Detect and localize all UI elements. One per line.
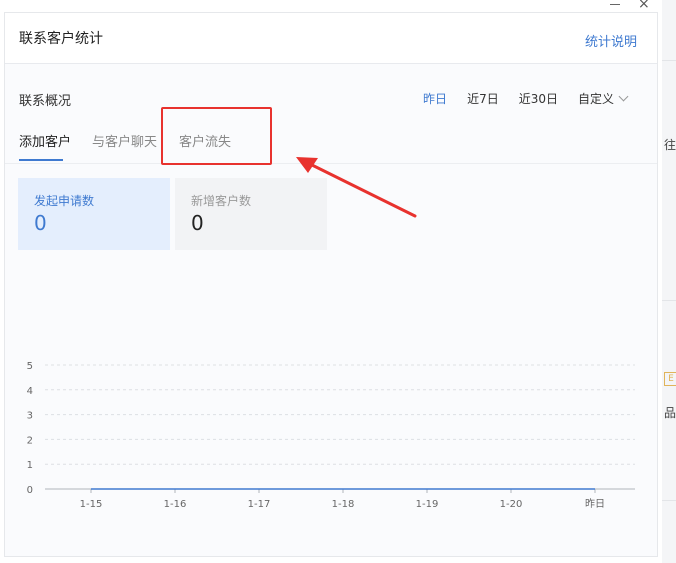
divider	[662, 500, 676, 501]
stats-line-chart: 0 1 2 3 4 5 1-15 1-16 1-17 1-18 1-19 1-20 昨日	[27, 361, 635, 510]
y-tick-label: 4	[27, 386, 33, 397]
divider	[662, 60, 676, 61]
stat-card-new-customers[interactable]: 新增客户数 0	[175, 178, 327, 250]
range-7-days[interactable]: 近7日	[467, 90, 499, 107]
x-tick-label: 昨日	[585, 498, 605, 510]
background-window-strip: 往 E 品	[662, 0, 676, 563]
y-tick-label: 3	[27, 411, 33, 422]
x-tick-label: 1-17	[248, 499, 271, 510]
stat-value: 0	[34, 211, 47, 235]
overview-title: 联系概况	[19, 94, 72, 109]
x-tick-label: 1-16	[164, 499, 187, 510]
active-tab-indicator	[19, 159, 63, 161]
x-tick-label: 1-20	[500, 499, 523, 510]
chevron-down-icon	[618, 91, 629, 102]
stat-value: 0	[191, 211, 204, 235]
tab-chat-with-customer[interactable]: 与客户聊天	[92, 131, 157, 150]
contact-stats-panel: 联系客户统计 统计说明 联系概况 昨日 近7日 近30日 自定义 添加客户 与客…	[4, 12, 658, 557]
background-text-fragment: 往	[664, 138, 676, 152]
y-tick-label: 1	[27, 460, 33, 471]
minimize-icon[interactable]	[610, 0, 620, 5]
divider	[662, 300, 676, 301]
stat-label: 新增客户数	[191, 194, 252, 208]
range-30-days[interactable]: 近30日	[519, 90, 558, 107]
close-icon[interactable]: ×	[638, 0, 650, 12]
background-badge-icon: E	[664, 372, 676, 386]
tab-add-customer[interactable]: 添加客户	[19, 131, 71, 150]
stat-card-requests[interactable]: 发起申请数 0	[18, 178, 170, 250]
x-tick-label: 1-15	[80, 499, 103, 510]
page-title: 联系客户统计	[19, 31, 103, 47]
y-tick-label: 0	[27, 485, 33, 496]
y-tick-label: 5	[27, 361, 33, 372]
x-tick-label: 1-18	[332, 499, 355, 510]
background-text-fragment: 品	[664, 406, 676, 420]
range-custom[interactable]: 自定义	[577, 90, 629, 107]
stats-tabs: 添加客户 与客户聊天 客户流失	[5, 121, 657, 164]
x-tick-label: 1-19	[416, 499, 439, 510]
y-tick-label: 2	[27, 435, 33, 446]
annotation-highlight-box	[161, 107, 272, 165]
stats-help-link[interactable]: 统计说明	[585, 31, 637, 50]
range-yesterday[interactable]: 昨日	[423, 90, 447, 107]
stat-label: 发起申请数	[34, 194, 95, 208]
panel-header: 联系客户统计 统计说明	[5, 13, 657, 64]
range-custom-label: 自定义	[577, 92, 614, 106]
date-range-selector: 昨日 近7日 近30日 自定义	[403, 90, 629, 107]
